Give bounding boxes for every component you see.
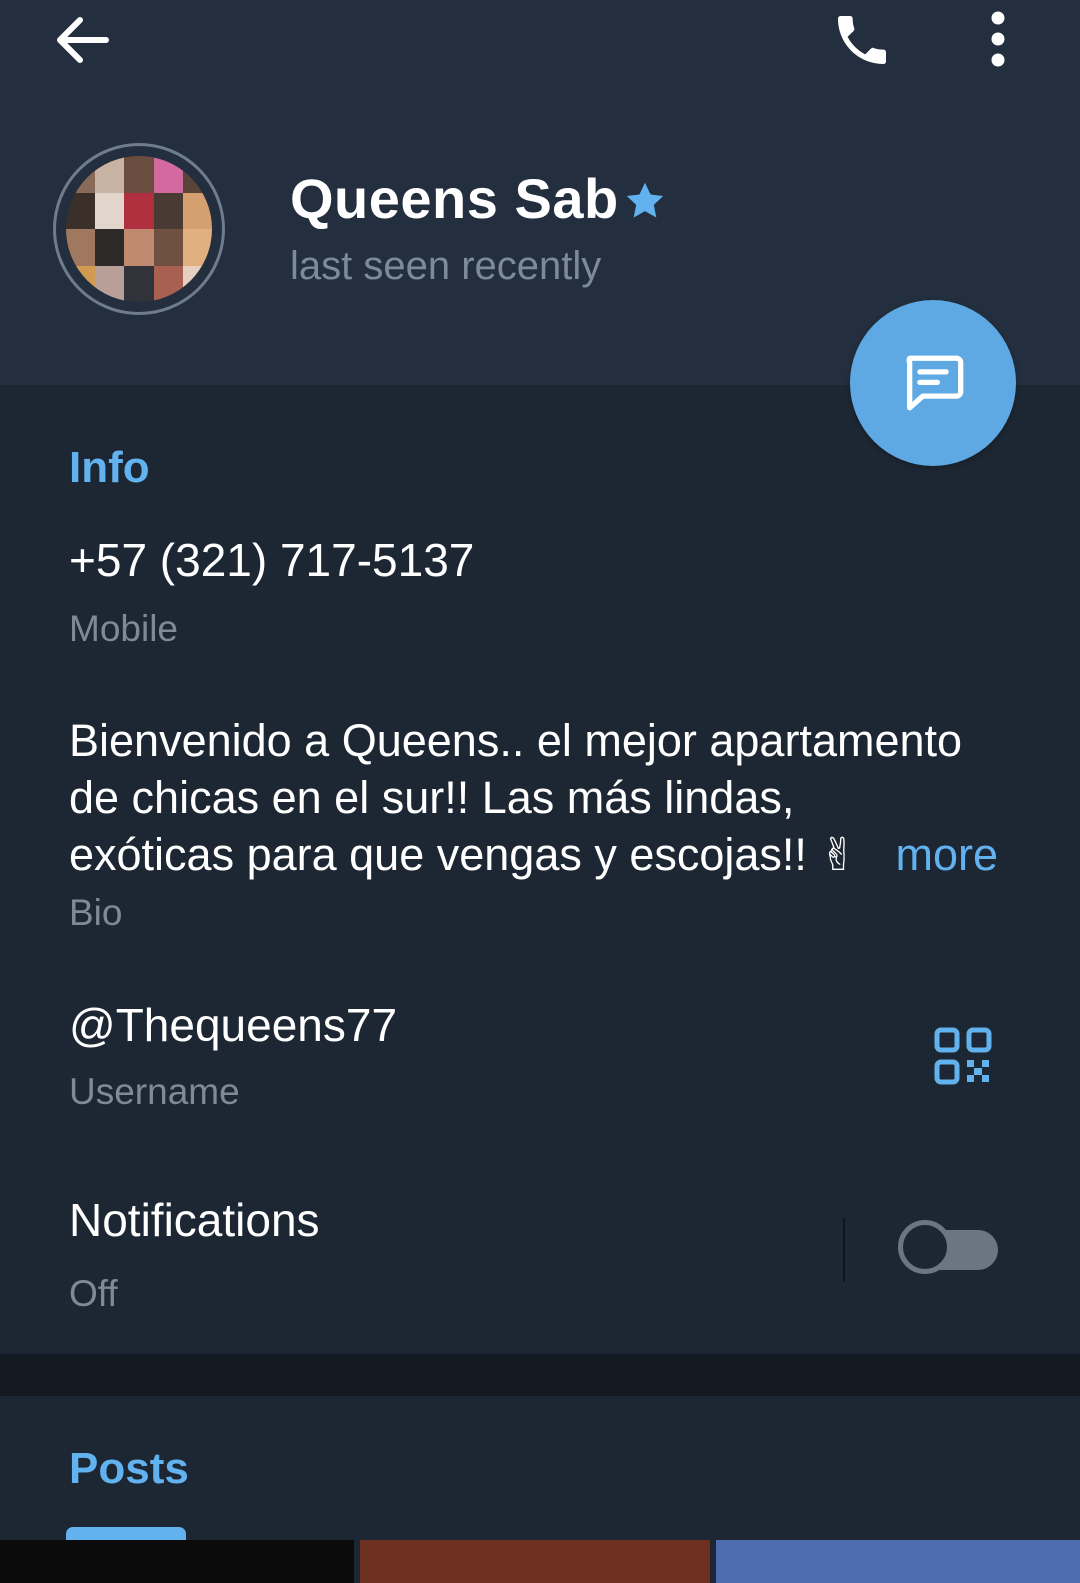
posts-section-title: Posts: [69, 1444, 189, 1493]
posts-tab-indicator: [66, 1527, 186, 1541]
more-vertical-icon[interactable]: [984, 10, 1024, 70]
username[interactable]: @Thequeens77: [69, 998, 397, 1052]
toggle-knob: [898, 1220, 952, 1274]
profile-name: Queens Sab: [290, 167, 619, 230]
bio-line: exóticas para que vengas y escojas!! ✌: [69, 829, 858, 880]
section-separator: [0, 1354, 1080, 1396]
message-icon: [906, 355, 964, 411]
bio-more-link[interactable]: more: [895, 826, 998, 883]
post-thumbnail[interactable]: [716, 1540, 1080, 1583]
notifications-title: Notifications: [69, 1194, 320, 1246]
post-thumbnail[interactable]: [0, 1540, 354, 1583]
info-section-title: Info: [69, 443, 150, 492]
notifications-toggle[interactable]: [898, 1220, 1002, 1280]
send-message-button[interactable]: [850, 300, 1016, 466]
last-seen-status: last seen recently: [290, 244, 602, 288]
bio-label: Bio: [69, 892, 123, 933]
post-thumbnail[interactable]: [360, 1540, 710, 1583]
avatar-image: [66, 156, 212, 302]
verified-star-icon: [626, 182, 664, 218]
phone-icon[interactable]: [830, 8, 894, 72]
divider: [843, 1218, 845, 1282]
phone-label: Mobile: [69, 608, 178, 649]
bio-line: de chicas en el sur!! Las más lindas,: [69, 772, 795, 823]
qr-code-icon[interactable]: [934, 1027, 992, 1085]
bio-text: Bienvenido a Queens.. el mejor apartamen…: [69, 712, 1009, 883]
notifications-state: Off: [69, 1273, 118, 1314]
avatar[interactable]: [53, 143, 225, 315]
bio-line: Bienvenido a Queens.. el mejor apartamen…: [69, 715, 963, 766]
back-arrow-icon[interactable]: [52, 12, 112, 68]
phone-number[interactable]: +57 (321) 717-5137: [69, 533, 474, 587]
username-label: Username: [69, 1071, 240, 1112]
